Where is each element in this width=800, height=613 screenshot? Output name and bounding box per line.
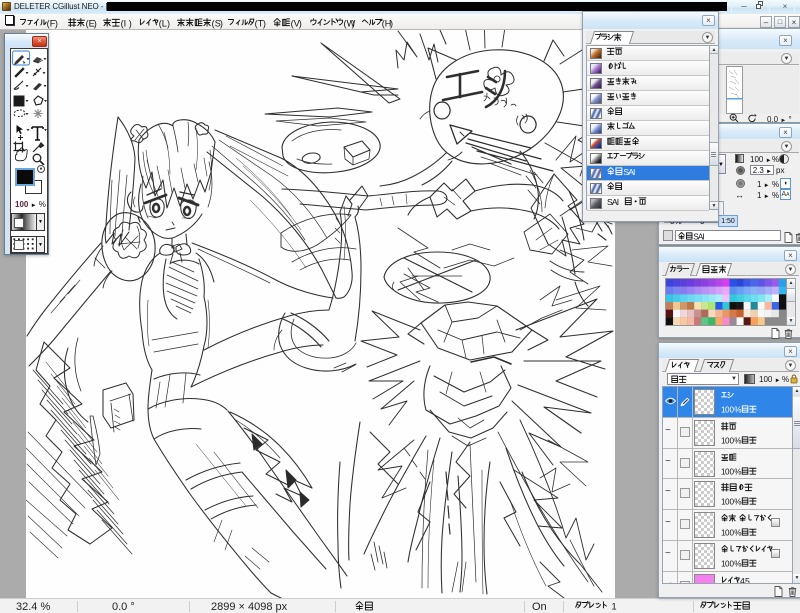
- svg-text:): ): [263, 18, 266, 28]
- svg-text:%: %: [734, 436, 741, 445]
- svg-text:): ): [220, 18, 223, 28]
- svg-text:5: 5: [745, 576, 750, 584]
- svg-text:): ): [390, 18, 393, 28]
- svg-text:%: %: [734, 529, 741, 538]
- svg-text:1: 1: [611, 601, 616, 611]
- svg-text:I: I: [617, 197, 619, 207]
- svg-text:): ): [94, 18, 97, 28]
- svg-text:%: %: [734, 405, 741, 414]
- svg-text:I: I: [124, 18, 127, 28]
- svg-text:): ): [55, 18, 58, 28]
- svg-text:I: I: [702, 232, 704, 241]
- svg-text:): ): [167, 18, 170, 28]
- svg-text:%: %: [734, 467, 741, 476]
- svg-text:): ): [129, 18, 132, 28]
- svg-text:%: %: [734, 559, 741, 568]
- svg-text:%: %: [734, 498, 741, 507]
- svg-text:): ): [352, 18, 355, 28]
- svg-text:I: I: [633, 167, 635, 177]
- svg-text:): ): [299, 18, 302, 28]
